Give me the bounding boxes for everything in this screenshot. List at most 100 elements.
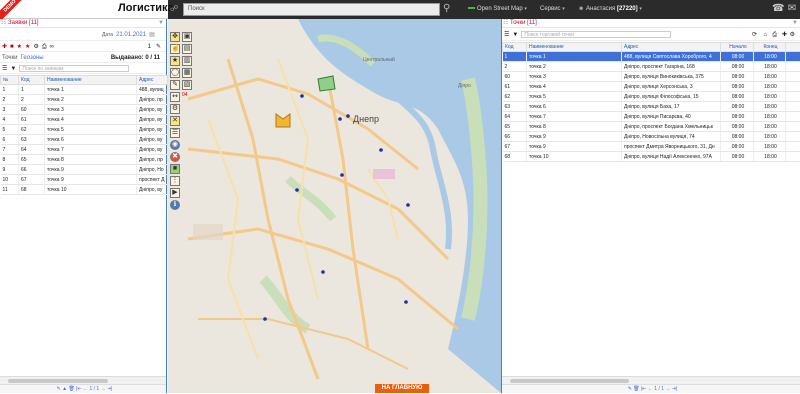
table-row[interactable]: 1067точка 9проспект Д (1, 175, 168, 185)
map-provider-menu[interactable]: Open Street Map ▾ (468, 5, 527, 14)
table-row[interactable]: 67точка 9проспект Дмитра Яворницького, 3… (503, 142, 800, 152)
table-cell: точка 9 (45, 175, 137, 185)
table-row[interactable]: 68точка 10Дніпро, вулиця Надії Алексеенк… (503, 152, 800, 162)
star-icon[interactable]: ★ (17, 44, 22, 50)
table-row[interactable]: 461точка 4Дніпро, ву (1, 115, 168, 125)
list-icon[interactable]: ☰ (2, 66, 7, 72)
col-name[interactable]: Наименование (45, 76, 137, 85)
table-row[interactable]: 65точка 8Дніпро, проспект Богдана Хмельн… (503, 122, 800, 132)
table-cell: 63 (19, 135, 45, 145)
map-tool-b-icon[interactable]: ▤ (182, 44, 192, 54)
table-row[interactable]: 61точка 4Дніпро, вулиця Херсонська, 308:… (503, 82, 800, 92)
link-icon[interactable]: ∞ (50, 44, 54, 50)
map-tool-e-icon[interactable]: ▧ (182, 80, 192, 90)
print-icon[interactable]: ⎙ (42, 44, 47, 50)
col-code[interactable]: Код (503, 43, 527, 52)
horizontal-scrollbar[interactable] (502, 376, 800, 384)
table-row[interactable]: 2точка 2Дніпро, проспект Гагаріна, 16808… (503, 62, 800, 72)
polygon-tool-icon[interactable]: ◯ (170, 68, 180, 78)
print-icon[interactable]: ⎙ (772, 29, 777, 41)
remove-icon[interactable]: ■ (10, 44, 14, 50)
screen-icon[interactable]: ▶ (170, 188, 180, 198)
map-view[interactable]: Днепр Центральный Діпро ✥ ☝ ★ ◯ ✎ ↭ ⚙ ✕ … (168, 19, 501, 393)
table-row[interactable]: 1168точка 10Дніпро, ву (1, 185, 168, 195)
user-menu[interactable]: ☻ Анастасия [27220] ▾ (578, 5, 642, 14)
table-row[interactable]: 1точка 1488, вулиця Святослава Хороброго… (503, 52, 800, 62)
home-button[interactable]: НА ГЛАВНУЮ (375, 384, 429, 393)
table-row[interactable]: 764точка 7Дніпро, ву (1, 145, 168, 155)
chat-icon[interactable]: ✉ (786, 3, 798, 15)
table-row[interactable]: 360точка 3Дніпро, ву (1, 105, 168, 115)
filter-icon[interactable]: ▼ (512, 32, 518, 38)
add-icon[interactable]: ✚ (2, 44, 7, 50)
col-number[interactable]: № (1, 76, 19, 85)
col-address[interactable]: Адрес (137, 76, 168, 85)
table-row[interactable]: 62точка 5Дніпро, вулиця Філософська, 150… (503, 92, 800, 102)
info-icon[interactable]: ℹ (170, 200, 180, 210)
edit-icon[interactable]: ✎ (156, 42, 161, 52)
home-icon[interactable]: ⌂ (763, 29, 767, 41)
col-code[interactable]: Код (19, 76, 45, 85)
table-row[interactable]: 63точка 6Дніпро, вулиця Баха, 1708:0018:… (503, 102, 800, 112)
table-cell: точка 9 (527, 132, 622, 142)
plus-icon[interactable]: ✚ (782, 29, 787, 41)
map-tool-d-icon[interactable]: ▦ (182, 68, 192, 78)
filter-icon[interactable]: ▼ (10, 66, 16, 72)
collapse-icon[interactable]: ▼ (158, 19, 164, 28)
col-name[interactable]: Наименование (527, 43, 622, 52)
table-cell: 08:00 (721, 142, 754, 152)
table-row[interactable]: 966точка 9Дніпро, Но (1, 165, 168, 175)
points-filter-input[interactable]: Поиск торговой точки (521, 31, 671, 38)
calendar-icon[interactable]: ▤ (149, 32, 155, 38)
search-icon[interactable]: ⚲ (443, 2, 456, 16)
measure-icon[interactable]: ✕ (170, 116, 180, 126)
layers-icon[interactable]: ☰ (170, 128, 180, 138)
table-row[interactable]: 66точка 9Дніпро, Новосільна вулиця, 7408… (503, 132, 800, 142)
map-canvas[interactable] (168, 19, 501, 393)
date-field[interactable]: 21.01.2021 (116, 32, 146, 38)
settings-icon[interactable]: ⚙ (33, 44, 38, 50)
table-cell: 08:00 (721, 72, 754, 82)
route-tool-icon[interactable]: ↭ (170, 92, 180, 102)
table-cell: точка 4 (45, 115, 137, 125)
table-row[interactable]: 663точка 6Дніпро, ву (1, 135, 168, 145)
table-row[interactable]: 22точка 2Дніпро, пр (1, 95, 168, 105)
col-end[interactable]: Конец (754, 43, 786, 52)
star-filled-icon[interactable]: ★ (25, 44, 30, 50)
gear-icon[interactable]: ⚙ (170, 104, 180, 114)
add-marker-icon[interactable]: ★ (170, 56, 180, 66)
table-row[interactable]: 60точка 3Дніпро, вулиця Винокиківська, 3… (503, 72, 800, 82)
collapse-icon[interactable]: ▼ (792, 19, 798, 28)
tab-geozones[interactable]: Геозоны (21, 55, 44, 61)
map-tool-a-icon[interactable]: ▣ (182, 32, 192, 42)
orders-filter-input[interactable]: Поиск по заявкам (19, 65, 129, 72)
col-address[interactable]: Адрес (622, 43, 721, 52)
support-icon[interactable]: ☎ (772, 3, 784, 15)
share-icon[interactable]: ☍ (170, 5, 178, 13)
cursor-tool-icon[interactable]: ☝ (170, 44, 180, 54)
search-input[interactable]: Поиск (183, 3, 440, 16)
ruler-icon[interactable]: ✎ (170, 80, 180, 90)
list-icon[interactable]: ☰ (504, 32, 509, 38)
truck-icon[interactable]: ■ (170, 164, 180, 174)
table-row[interactable]: 11точка 1488, вулиц (1, 85, 168, 95)
refresh-icon[interactable]: ⟳ (752, 29, 757, 41)
service-menu[interactable]: Сервис ▾ (540, 5, 565, 14)
table-row[interactable]: 64точка 7Дніпро, вулиця Писарєва, 4008:0… (503, 112, 800, 122)
gear-icon[interactable]: ⚙ (790, 29, 795, 41)
traffic-light-icon[interactable]: ⋮ (170, 176, 180, 186)
globe-icon[interactable]: ◉ (170, 140, 180, 150)
scrollbar-thumb[interactable] (510, 379, 629, 383)
tab-points[interactable]: Точки (2, 55, 18, 61)
col-start[interactable]: Начало (721, 43, 754, 52)
cancel-icon[interactable]: ✖ (170, 152, 180, 162)
row-actions-cell (786, 132, 800, 142)
scrollbar-thumb[interactable] (8, 379, 108, 383)
table-row[interactable]: 562точка 5Дніпро, ву (1, 125, 168, 135)
table-cell: точка 10 (527, 152, 622, 162)
map-tool-c-icon[interactable]: ▥ (182, 56, 192, 66)
horizontal-scrollbar[interactable] (0, 376, 166, 384)
pan-tool-icon[interactable]: ✥ (170, 32, 180, 42)
table-row[interactable]: 865точка 8Дніпро, пр (1, 155, 168, 165)
brand-area: DEMO Логистика (0, 0, 168, 19)
